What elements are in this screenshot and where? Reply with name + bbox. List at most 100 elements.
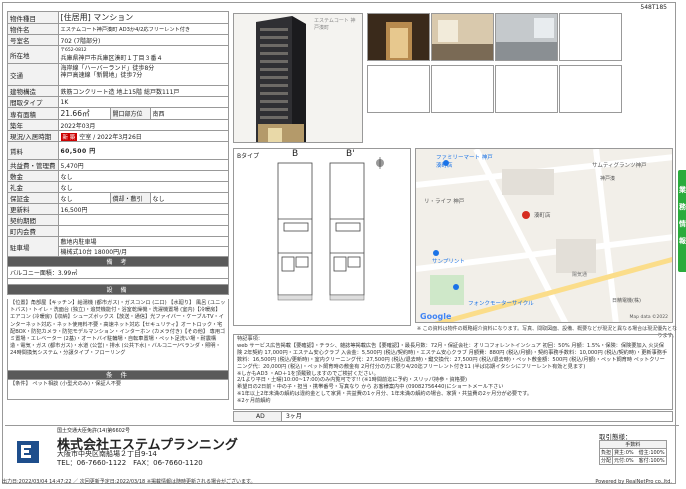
building-photo[interactable]: エステムコート 神戸湊町 [233, 13, 363, 143]
business-info-tab[interactable]: 業 務 情 報 [678, 170, 686, 272]
ad-label: AD [234, 412, 282, 421]
map-label-nissei: 日精電機(株) [612, 298, 641, 304]
shikikin-label: 敷金 [7, 170, 59, 182]
reikin-label: 礼金 [7, 181, 59, 193]
building-sign: エステムコート 神戸湊町 [314, 18, 356, 31]
conditions-text: 【条件】 ペット相談 (小型犬のみ)・保証人不要 [7, 380, 229, 400]
opening-label: 開口部方位 [109, 107, 151, 120]
hoshokin-label: 保証金 [7, 192, 59, 204]
company-footer: 国土交通大臣免許(14)第6602号 株式会社エステムプランニング 大阪市中央区… [5, 425, 679, 479]
amortization-value: なし [149, 192, 229, 204]
address-zip: 〒652-0812 [60, 47, 87, 53]
transport-label: 交通 [7, 63, 59, 86]
ad-value: 3ヶ月 [286, 413, 302, 420]
location-map[interactable]: ファミリーマート 神戸湊町店 サムティグランツ神戸 神戸湊 リ・ライフ 神戸 湊… [415, 148, 673, 323]
type-value: [住居用] マンション [57, 11, 229, 24]
name-label: 物件名 [7, 23, 59, 35]
photo-thumb-5[interactable] [367, 65, 430, 113]
new-badge: 新 築 [60, 132, 78, 141]
address-label: 所在地 [7, 45, 59, 64]
status-label: 現況/入居時期 [7, 130, 59, 142]
remarks-text: web サービス広告掲載【要確認】・チラシ、雑誌等掲載広告【要確認】・最長月数：… [237, 342, 668, 370]
association-label: 町内会費 [7, 225, 59, 237]
side-tab-char-3: 情 [679, 220, 686, 228]
type-label: 物件種目 [7, 11, 59, 24]
photo-thumb-6[interactable] [431, 65, 494, 113]
address-value: 兵庫県神戸市兵庫区湊町１丁目３番４ [60, 54, 163, 62]
building-illustration [234, 14, 362, 142]
property-id: 548T185 [640, 4, 667, 11]
built-label: 築年 [7, 119, 59, 131]
rent-label: 賃料 [7, 141, 59, 160]
reikin-value: なし [57, 181, 229, 193]
photo-thumb-room[interactable] [495, 13, 558, 61]
powered-by-text: Powered by RealNetPro co.,ltd. [595, 479, 672, 485]
map-label-samty: サムティグランツ神戸 [592, 163, 647, 169]
google-logo: Google [420, 312, 452, 321]
map-label-relife: リ・ライフ 神戸 [424, 199, 465, 205]
status-value: 空室 / 2022年3月26日 [79, 133, 142, 141]
map-label-store: 湊町店 [534, 213, 551, 219]
photo-thumb-entrance[interactable] [367, 13, 430, 61]
commission-row1-value: 貸主:0% 借主:100% [612, 448, 667, 457]
company-address: 大阪市中央区南船場２丁目9-14 [57, 450, 157, 458]
remarks-box: 特記事項： web サービス広告掲載【要確認】・チラシ、雑誌等掲載広告【要確認】… [233, 334, 673, 410]
room-label: 号室名 [7, 34, 59, 46]
layout-label: 間取タイプ [7, 96, 59, 108]
commission-header: 手数料 [599, 440, 667, 449]
equipment-header: 設 備 [7, 284, 229, 295]
fee-label: 共益費・管理費 [7, 159, 59, 171]
photo-thumb-4[interactable] [559, 13, 622, 61]
floor-plan[interactable]: Bタイプ B B' [233, 148, 411, 326]
property-info-table: 物件種目 [住居用] マンション 物件名 エステムコート神戸湊町 AD3か4/2応フ… [7, 11, 229, 295]
photo-thumb-lobby[interactable] [431, 13, 494, 61]
side-tab-char-2: 務 [679, 203, 686, 211]
remarks-header: 備 考 [7, 256, 229, 267]
rent-value: 60,500 円 [57, 141, 229, 160]
area-value: 21.66㎡ [57, 107, 111, 120]
map-label-sunprint: サンプリント [432, 259, 465, 265]
remarks-text-5: ※1年以上2年未満の解約は違約金として家賃・共益費の1ヶ月分、1年未満の解約の場… [237, 391, 533, 398]
built-value: 2022年03月 [57, 119, 229, 131]
side-tab-char-4: 報 [679, 237, 686, 245]
commission-row2-value: 元付:0% 客付:100% [612, 456, 667, 465]
room-value: 702 (7階部分) [57, 34, 229, 46]
map-copyright: Map data ©2022 [629, 315, 668, 320]
map-label-kobeminato: 神戸湊 [600, 176, 616, 182]
floorplan-drawing [277, 157, 384, 301]
name-value: エステムコート神戸湊町 AD3か4/2応フリーレント付き [57, 23, 229, 35]
commission-table: 手数料 負担 貸主:0% 借主:100% 分配 元付:0% 客付:100% [598, 440, 667, 465]
renewal-value: 16,500円 [57, 203, 229, 215]
equipment-text: 【位置】角部屋【キッチン】給湯機 (都市ガス)・ガスコンロ (二口) 【水廻り】… [7, 299, 229, 371]
hoshokin-value: なし [57, 192, 111, 204]
transport-line-2: 神戸高速線「新開地」徒歩7分 [60, 71, 143, 79]
photo-thumb-7[interactable] [495, 65, 558, 113]
parking-label: 駐車場 [7, 236, 59, 257]
fee-value: 5,470円 [57, 159, 229, 171]
balcony-note: バルコニー面積：3.99㎡ [7, 266, 229, 279]
map-label-yokidori: 陽気通 [572, 272, 588, 278]
photo-thumb-8[interactable] [559, 65, 622, 113]
opening-value: 南西 [149, 107, 229, 120]
property-sheet: 548T185 物件種目 [住居用] マンション 物件名 エステムコート神戸湊町 A… [2, 2, 679, 484]
commission-row1-label: 負担 [598, 448, 614, 457]
contract-value [57, 214, 229, 226]
conditions-header: 条 件 [7, 371, 229, 380]
area-label: 専有面積 [7, 107, 59, 120]
map-label-familymart: ファミリーマート 神戸湊町店 [436, 155, 493, 169]
company-logo-icon [17, 441, 39, 463]
structure-value: 鉄筋コンクリート造 地上15階 総戸数111戸 [57, 85, 229, 97]
structure-label: 建物構造 [7, 85, 59, 97]
amortization-label: 償却・敷引 [109, 192, 151, 204]
layout-value: 1K [57, 96, 229, 108]
parking-line-1: 敷地内駐車場 [57, 236, 229, 247]
room-photo [496, 14, 557, 60]
contract-label: 契約期間 [7, 214, 59, 226]
ad-row: AD 3ヶ月 [233, 411, 673, 422]
commission-row2-label: 分配 [598, 456, 614, 465]
map-label-motorcycle: フォンクモーターサイクル [468, 301, 534, 307]
association-value [57, 225, 229, 237]
company-phone: TEL：06-7660-1122 FAX：06-7660-1120 [57, 459, 203, 467]
side-tab-char-1: 業 [679, 186, 686, 194]
lobby-photo [432, 14, 493, 60]
